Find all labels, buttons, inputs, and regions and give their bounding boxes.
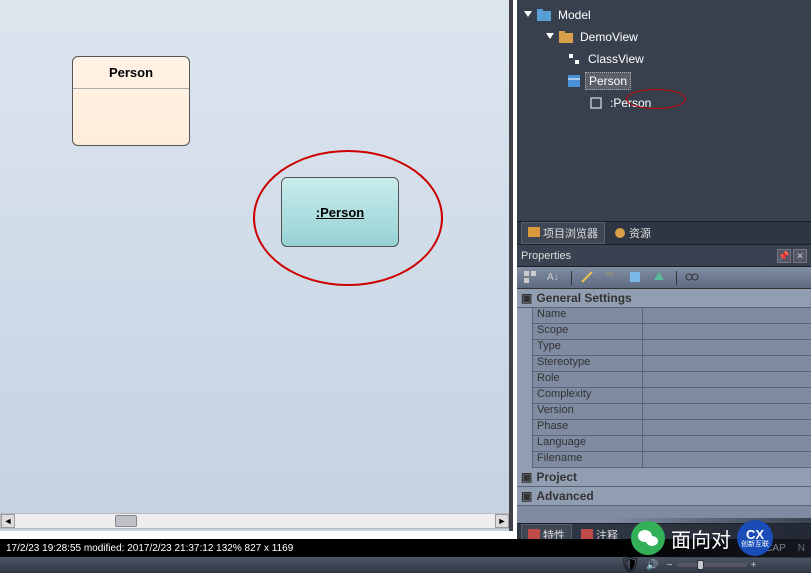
collapse-icon[interactable]: ▣ [521, 291, 532, 305]
class-title: Person [73, 57, 189, 89]
tab-label: 资源 [629, 225, 651, 241]
class-icon [567, 74, 581, 88]
separator [676, 271, 677, 285]
diagram-icon [567, 52, 581, 66]
scroll-left-arrow[interactable]: ◄ [1, 514, 15, 528]
section-label: Advanced [536, 489, 593, 503]
prop-row-scope[interactable]: Scope [517, 324, 811, 340]
properties-title: Properties [521, 250, 571, 262]
sound-icon[interactable]: 🔊 [646, 560, 658, 571]
close-button[interactable]: ✕ [793, 249, 807, 263]
scroll-thumb[interactable] [115, 515, 137, 527]
zoom-in-icon[interactable]: + [751, 560, 757, 571]
tree-label-selected: Person [585, 72, 631, 90]
tree-node-person-class[interactable]: Person [523, 70, 805, 92]
section-label: General Settings [536, 291, 631, 305]
note-icon[interactable] [628, 270, 644, 286]
tree-tab-bar: 项目浏览器 资源 [517, 221, 811, 245]
up-arrow-icon[interactable] [652, 270, 668, 286]
object-title: :Person [316, 205, 364, 220]
browser-icon [528, 227, 540, 239]
pin-button[interactable]: 📌 [777, 249, 791, 263]
status-bar: 17/2/23 19:28:55 modified: 2017/2/23 21:… [0, 539, 811, 557]
svg-text:A↓: A↓ [547, 272, 559, 283]
project-tree[interactable]: Model DemoView ClassView Person :Person [517, 0, 811, 221]
hammer-icon[interactable] [604, 270, 620, 286]
wand-icon[interactable] [580, 270, 596, 286]
prop-row-stereotype[interactable]: Stereotype [517, 356, 811, 372]
scroll-right-arrow[interactable]: ► [495, 514, 509, 528]
model-icon [537, 8, 551, 22]
object-element-person[interactable]: :Person [281, 177, 399, 247]
prop-row-filename[interactable]: Filename [517, 452, 811, 468]
categorize-icon[interactable] [523, 270, 539, 286]
slider-track[interactable] [677, 563, 747, 567]
tree-label: DemoView [577, 29, 641, 45]
tab-resources[interactable]: 资源 [607, 222, 658, 244]
zoom-slider[interactable]: − + [667, 560, 757, 571]
tree-node-demoview[interactable]: DemoView [523, 26, 805, 48]
tree-node-model[interactable]: Model [523, 4, 805, 26]
section-project[interactable]: ▣ Project [517, 468, 811, 487]
section-label: Project [536, 470, 577, 484]
tree-label: :Person [607, 95, 654, 111]
prop-row-role[interactable]: Role [517, 372, 811, 388]
prop-row-type[interactable]: Type [517, 340, 811, 356]
prop-row-language[interactable]: Language [517, 436, 811, 452]
right-panel: Model DemoView ClassView Person :Person … [517, 0, 811, 545]
prop-row-version[interactable]: Version [517, 404, 811, 420]
object-icon [589, 96, 603, 110]
prop-row-complexity[interactable]: Complexity [517, 388, 811, 404]
slider-thumb[interactable] [697, 560, 704, 570]
sort-icon[interactable]: A↓ [547, 270, 563, 286]
package-icon [559, 30, 573, 44]
os-taskbar: 🛡 🔊 − + [0, 557, 811, 573]
tree-node-classview[interactable]: ClassView [523, 48, 805, 70]
tab-project-browser[interactable]: 项目浏览器 [521, 222, 605, 244]
status-text: 17/2/23 19:28:55 modified: 2017/2/23 21:… [6, 543, 293, 554]
section-general[interactable]: ▣ General Settings [517, 289, 811, 308]
resource-icon [614, 227, 626, 239]
tab-label: 项目浏览器 [543, 225, 598, 241]
shield-icon[interactable]: 🛡 [620, 555, 640, 575]
horizontal-scrollbar[interactable]: ◄ ► [0, 513, 510, 529]
class-element-person[interactable]: Person [72, 56, 190, 146]
expand-arrow-icon[interactable] [523, 10, 533, 20]
status-cap: CAP [765, 543, 786, 554]
binoculars-icon[interactable] [685, 270, 701, 286]
expand-icon[interactable]: ▣ [521, 470, 532, 484]
section-advanced[interactable]: ▣ Advanced [517, 487, 811, 506]
prop-row-phase[interactable]: Phase [517, 420, 811, 436]
properties-header: Properties 📌 ✕ [517, 245, 811, 267]
tree-label: ClassView [585, 51, 647, 67]
expand-arrow-icon[interactable] [545, 32, 555, 42]
prop-row-name[interactable]: Name [517, 308, 811, 324]
diagram-canvas[interactable]: Person :Person ◄ ► [0, 0, 513, 531]
zoom-out-icon[interactable]: − [667, 560, 673, 571]
status-n: N [798, 543, 805, 554]
separator [571, 271, 572, 285]
tree-node-person-object[interactable]: :Person [523, 92, 805, 114]
properties-grid[interactable]: ▣ General Settings Name Scope Type Stere… [517, 289, 811, 523]
expand-icon[interactable]: ▣ [521, 489, 532, 503]
properties-toolbar: A↓ [517, 267, 811, 289]
tree-label: Model [555, 7, 594, 23]
